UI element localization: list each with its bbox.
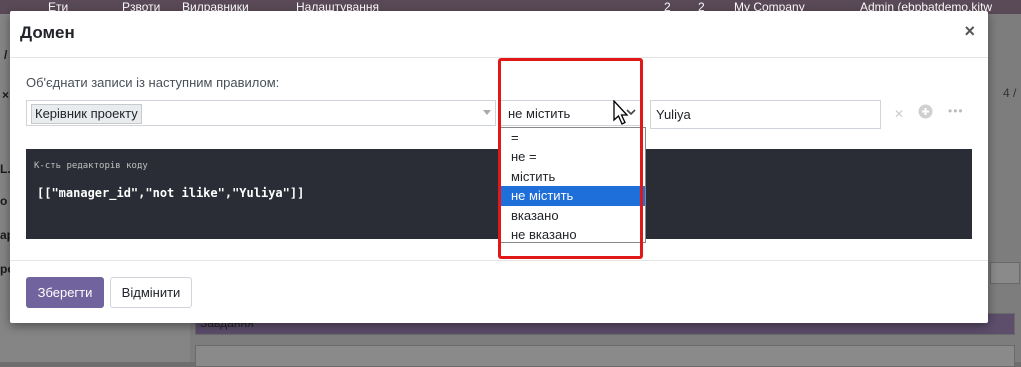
operator-option-is-set[interactable]: вказано	[501, 206, 645, 225]
mouse-pointer-icon	[613, 100, 629, 125]
bg-select	[195, 345, 1015, 367]
close-icon[interactable]: ✕	[894, 107, 904, 121]
domain-code: [["manager_id","not ilike","Yuliya"]]	[37, 186, 305, 200]
close-icon[interactable]: ×	[964, 21, 975, 42]
operator-option-contains[interactable]: містить	[501, 167, 645, 186]
plus-circle-icon[interactable]	[918, 104, 933, 122]
value-input[interactable]	[650, 100, 881, 129]
cancel-button[interactable]: Відмінити	[110, 277, 192, 308]
save-button[interactable]: Зберегти	[26, 277, 104, 308]
ellipsis-icon[interactable]: •••	[948, 104, 964, 118]
bg-pager: 4 /	[1003, 86, 1017, 100]
caret-down-icon	[483, 110, 491, 115]
bg-select	[990, 262, 1020, 284]
field-path-select[interactable]: Керівник проекту	[26, 100, 496, 126]
operator-option-not-equal[interactable]: не =	[501, 147, 645, 166]
bg-fragment: /	[4, 48, 8, 62]
bg-fragment: ×	[2, 88, 10, 102]
operator-dropdown-list: = не = містить не містить вказано не вка…	[500, 127, 646, 243]
rule-label: Об'єднати записи із наступним правилом:	[26, 75, 280, 90]
domain-dialog: Домен × Об'єднати записи із наступним пр…	[10, 11, 988, 323]
code-editor-label: К-сть редакторів коду	[34, 161, 148, 171]
operator-value: не містить	[508, 106, 571, 121]
dialog-header: Домен ×	[10, 11, 988, 58]
code-editor[interactable]: К-сть редакторів коду [["manager_id","no…	[26, 149, 972, 239]
dialog-title: Домен	[20, 23, 75, 42]
operator-option-not-set[interactable]: не вказано	[501, 225, 645, 244]
operator-option-equal[interactable]: =	[501, 128, 645, 147]
field-chip: Керівник проекту	[31, 104, 142, 124]
dialog-footer: Зберегти Відмінити	[10, 260, 988, 324]
operator-option-not-contains[interactable]: не містить	[501, 186, 645, 206]
bg-fragment: о	[0, 194, 8, 208]
